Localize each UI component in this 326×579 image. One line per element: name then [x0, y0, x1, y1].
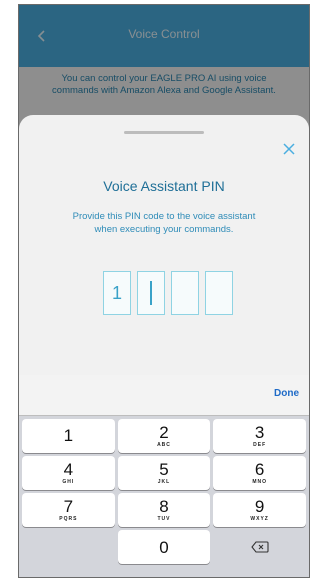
- key-digit: 6: [254, 460, 265, 479]
- key-digit: 9: [254, 497, 265, 516]
- phone-screen: Voice Control You can control your EAGLE…: [18, 4, 310, 578]
- key-8[interactable]: 8 TUV: [117, 493, 211, 527]
- keyboard-toolbar: Done: [19, 375, 309, 416]
- key-3[interactable]: 3 DEF: [213, 419, 306, 453]
- close-button[interactable]: [277, 137, 301, 161]
- key-digit: 8: [159, 497, 169, 516]
- key-1[interactable]: 1: [22, 419, 115, 453]
- key-letters: WXYZ: [250, 516, 269, 522]
- pin-digit-1[interactable]: 1: [103, 271, 131, 315]
- key-0[interactable]: 0: [117, 530, 211, 564]
- key-letters: DEF: [253, 442, 267, 448]
- key-digit: 1: [63, 426, 74, 445]
- key-letters: ABC: [157, 442, 171, 448]
- key-letters: GHI: [62, 479, 75, 485]
- keypad: 1 2 ABC 3 DEF 4 GHI 5 JKL 6 MNO 7 PQRS 8…: [22, 419, 306, 564]
- backspace-icon: [250, 541, 269, 553]
- delete-key[interactable]: [213, 530, 306, 564]
- key-4[interactable]: 4 GHI: [22, 456, 115, 490]
- key-digit: 4: [63, 460, 74, 479]
- key-letters: TUV: [157, 516, 171, 522]
- pin-digit-2[interactable]: [137, 271, 165, 315]
- text-cursor: [150, 281, 152, 305]
- key-letters: JKL: [157, 479, 171, 485]
- key-digit: 0: [159, 537, 169, 557]
- key-digit: 5: [159, 460, 169, 479]
- pin-input-group: 1: [103, 271, 233, 315]
- sheet-title: Voice Assistant PIN: [103, 178, 225, 194]
- sheet-description: Provide this PIN code to the voice assis…: [72, 211, 256, 235]
- pin-digit-3[interactable]: [171, 271, 199, 315]
- key-7[interactable]: 7 PQRS: [22, 493, 115, 527]
- sheet-grabber[interactable]: [124, 131, 204, 134]
- key-digit: 7: [63, 497, 74, 516]
- key-9[interactable]: 9 WXYZ: [213, 493, 306, 527]
- pin-digit-4[interactable]: [205, 271, 233, 315]
- numeric-keyboard: Done 1 2 ABC 3 DEF 4 GHI 5 JKL 6 MNO 7 P…: [19, 375, 309, 577]
- key-5[interactable]: 5 JKL: [117, 456, 211, 490]
- key-blank: [22, 530, 115, 564]
- key-letters: PQRS: [59, 516, 78, 522]
- done-button[interactable]: Done: [274, 388, 299, 399]
- close-icon: [283, 143, 295, 155]
- key-letters: MNO: [252, 479, 267, 485]
- key-digit: 3: [254, 423, 265, 442]
- key-6[interactable]: 6 MNO: [213, 456, 306, 490]
- key-2[interactable]: 2 ABC: [117, 419, 211, 453]
- key-digit: 2: [159, 423, 169, 442]
